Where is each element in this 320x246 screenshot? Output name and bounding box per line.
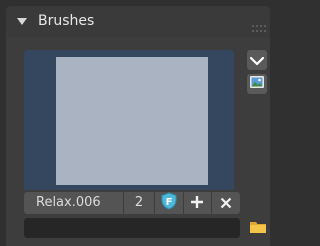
close-icon (220, 193, 232, 214)
panel-title: Brushes (38, 13, 95, 29)
brush-id-row: Relax.006 2 F (24, 191, 240, 215)
new-brush-button[interactable] (183, 192, 212, 214)
brushes-panel: Brushes Relax.006 2 F (6, 6, 270, 246)
brush-name-field[interactable]: Relax.006 (24, 192, 124, 214)
plus-icon (190, 193, 204, 214)
drag-grip-icon[interactable] (252, 18, 266, 32)
chevron-down-icon (249, 51, 265, 70)
fake-user-button[interactable]: F (154, 191, 183, 215)
browse-folder-button[interactable] (247, 218, 269, 238)
shield-f-icon: F (160, 191, 178, 215)
folder-icon (249, 219, 267, 238)
unlink-brush-button[interactable] (212, 192, 240, 214)
brush-browse-button[interactable] (247, 50, 267, 70)
image-icon (249, 74, 265, 94)
brush-users-count[interactable]: 2 (124, 192, 154, 214)
panel-header[interactable]: Brushes (6, 6, 270, 38)
brush-preview-image (56, 57, 208, 185)
svg-text:F: F (165, 197, 172, 208)
filepath-field[interactable] (24, 218, 240, 238)
image-button[interactable] (247, 74, 267, 94)
triangle-down-icon[interactable] (16, 16, 28, 28)
